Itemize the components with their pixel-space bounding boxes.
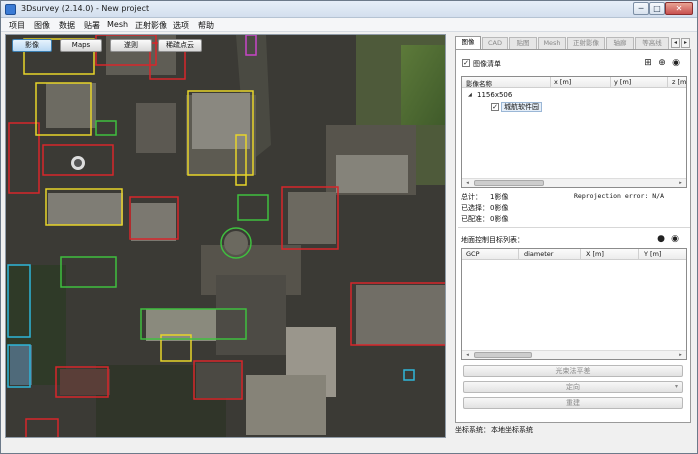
reconstruct-button[interactable]: 重建 (463, 397, 683, 409)
col-y[interactable]: y [m] (614, 78, 631, 86)
aerial-orthophoto (6, 35, 445, 437)
menu-mesh[interactable]: Mesh (107, 20, 128, 29)
window-title: 3Dsurvey (2.14.0) - New project (21, 4, 150, 13)
eye-icon[interactable]: ◉ (670, 234, 680, 244)
view-measure-button[interactable]: 遂则 (110, 39, 152, 52)
image-item-label[interactable]: 城航软件园 (501, 102, 542, 112)
maximize-button[interactable]: □ (649, 2, 665, 15)
camera-icon[interactable]: ◉ (671, 58, 681, 68)
menu-orthophoto[interactable]: 正射影像 (135, 20, 167, 31)
gcp-scroll-right-icon[interactable]: ▸ (676, 351, 685, 359)
target-icon[interactable]: ⊕ (657, 58, 667, 68)
tab-images[interactable]: 图像 (455, 36, 481, 50)
col-gcp-y[interactable]: Y [m] (644, 250, 661, 258)
aligned-value: 0影像 (490, 215, 509, 223)
col-x[interactable]: x [m] (554, 78, 571, 86)
tab-cad[interactable]: CAD (482, 37, 508, 49)
col-image-name[interactable]: 影像名称 (466, 78, 492, 88)
tab-orthophoto[interactable]: 正射影像 (567, 37, 605, 49)
reprojection-error: Reprojection error: N/A (574, 192, 665, 200)
coord-system-value: 本地坐标系统 (491, 426, 533, 434)
view-maps-button[interactable]: Maps (60, 39, 102, 52)
image-viewer[interactable]: 影像 Maps 遂则 稀疏点云 (5, 34, 446, 438)
scroll-right-icon[interactable]: ▸ (676, 179, 685, 187)
tab-mesh[interactable]: Mesh (538, 37, 566, 49)
panel-tabs: 图像 CAD 贴图 Mesh 正射影像 轴廊 等高线 ◂ ▸ (455, 36, 691, 50)
gcp-table-scrollbar[interactable]: ◂ ▸ (462, 350, 686, 359)
selected-value: 0影像 (490, 204, 509, 212)
images-table-scrollbar[interactable]: ◂ ▸ (462, 178, 686, 187)
col-diameter[interactable]: diameter (524, 250, 553, 258)
image-group-label[interactable]: 1156x506 (477, 91, 512, 99)
orient-dropdown[interactable]: 定向 ▾ (463, 381, 683, 393)
images-table[interactable]: 影像名称 x [m] y [m] z [m] ◢ 1156x506 ✓ 城航软件… (461, 76, 687, 188)
add-image-icon[interactable]: ⊞ (643, 58, 653, 68)
gcp-scroll-thumb[interactable] (474, 352, 532, 358)
image-item-checkbox[interactable]: ✓ (491, 103, 499, 111)
menu-images[interactable]: 图像 (34, 20, 50, 31)
view-sparse-cloud-button[interactable]: 稀疏点云 (158, 39, 202, 52)
col-gcp[interactable]: GCP (466, 250, 480, 258)
app-window: 3Dsurvey (2.14.0) - New project ─ □ ✕ 项目… (0, 0, 698, 454)
minimize-button[interactable]: ─ (633, 2, 649, 15)
gcp-table-header: GCP diameter X [m] Y [m] (462, 249, 686, 260)
pin-icon[interactable]: ● (656, 234, 666, 244)
menu-texture[interactable]: 贴署 (84, 20, 100, 31)
gcp-scroll-left-icon[interactable]: ◂ (463, 351, 472, 359)
gcp-list-title: 地面控制目标列表： (461, 236, 524, 244)
images-list-checkbox[interactable]: ✓ (462, 59, 470, 67)
gcp-table[interactable]: GCP diameter X [m] Y [m] ◂ ▸ (461, 248, 687, 360)
menu-project[interactable]: 项目 (9, 20, 25, 31)
images-tab-pane: ✓ 图像清单 ⊞ ⊕ ◉ 影像名称 x [m] y [m] z [m] ◢ 11… (455, 49, 691, 423)
app-logo-icon (5, 4, 16, 15)
scroll-thumb[interactable] (474, 180, 544, 186)
group-expand-icon[interactable]: ◢ (468, 92, 472, 98)
images-list-label: 图像清单 (473, 60, 501, 68)
menu-options[interactable]: 选项 (173, 20, 189, 31)
scroll-left-icon[interactable]: ◂ (463, 179, 472, 187)
side-panel: 图像 CAD 贴图 Mesh 正射影像 轴廊 等高线 ◂ ▸ ✓ 图像清单 ⊞ … (453, 34, 693, 438)
orient-dropdown-label: 定向 (566, 383, 580, 391)
col-z[interactable]: z [m] (672, 78, 686, 86)
total-label: 总计： (461, 193, 482, 201)
selected-label: 已选择： (461, 204, 489, 212)
tab-texture[interactable]: 贴图 (509, 37, 537, 49)
tab-outline[interactable]: 轴廊 (606, 37, 634, 49)
bundle-adjust-button[interactable]: 光束法平差 (463, 365, 683, 377)
close-button[interactable]: ✕ (665, 2, 693, 15)
images-table-header: 影像名称 x [m] y [m] z [m] (462, 77, 686, 88)
tab-scroll-left-button[interactable]: ◂ (671, 38, 680, 48)
title-bar[interactable]: 3Dsurvey (2.14.0) - New project ─ □ ✕ (1, 1, 697, 18)
tab-contours[interactable]: 等高线 (635, 37, 669, 49)
aligned-label: 已配准： (461, 215, 489, 223)
menu-help[interactable]: 帮助 (198, 20, 214, 31)
tab-scroll-right-button[interactable]: ▸ (681, 38, 690, 48)
menu-bar: 项目 图像 数据 贴署 Mesh 正射影像 选项 帮助 (1, 18, 697, 32)
total-value: 1影像 (490, 193, 509, 201)
menu-data[interactable]: 数据 (59, 20, 75, 31)
view-images-button[interactable]: 影像 (12, 39, 52, 52)
coord-system-label: 坐标系统： (455, 426, 490, 434)
chevron-down-icon: ▾ (674, 383, 678, 390)
col-gcp-x[interactable]: X [m] (586, 250, 604, 258)
